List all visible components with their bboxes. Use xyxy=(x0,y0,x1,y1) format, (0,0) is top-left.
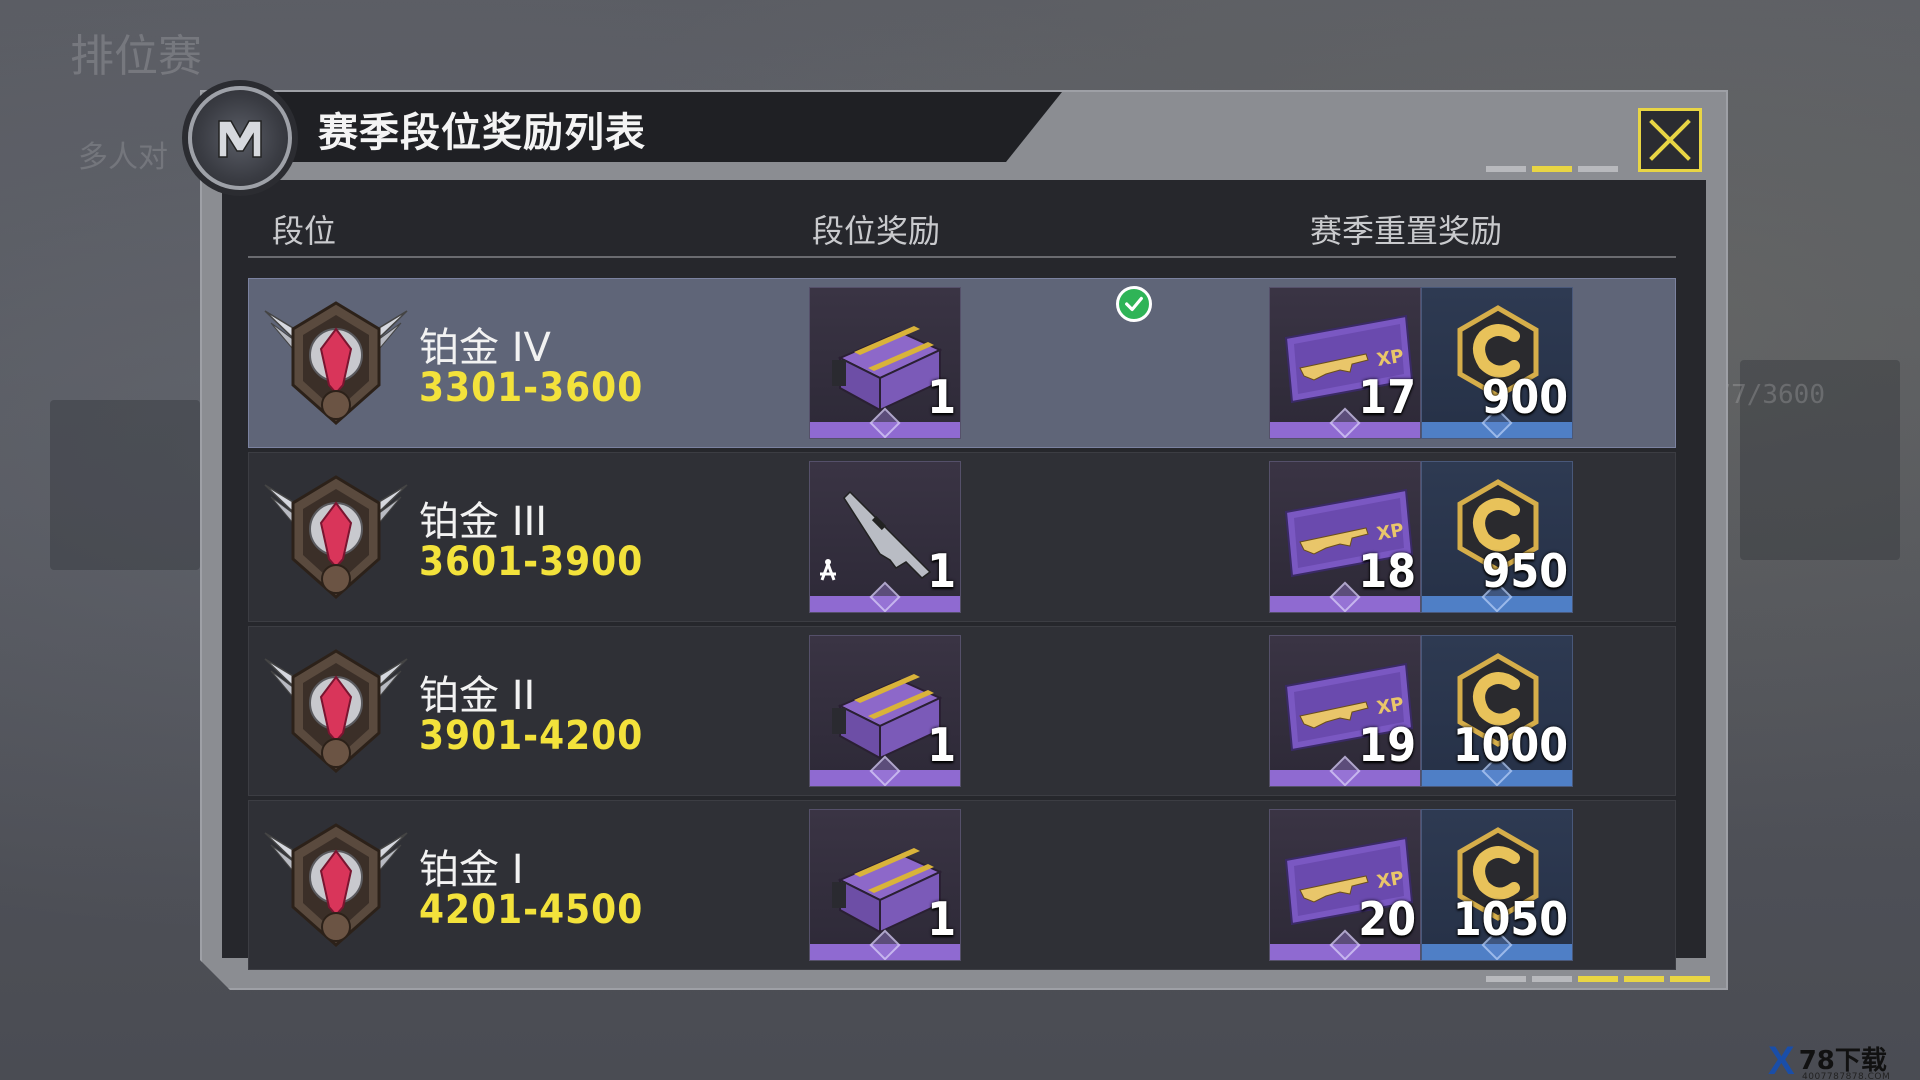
season-reset-reward-item[interactable]: XP 17 xyxy=(1269,287,1421,439)
season-reset-reward-item[interactable]: XP 18 xyxy=(1269,461,1421,613)
reward-count: 20 xyxy=(1358,892,1416,946)
season-reset-reward-item[interactable]: XP 20 xyxy=(1269,809,1421,961)
rank-row[interactable]: 铂金 IV 3301-3600 1 XP 17 900 xyxy=(248,278,1676,448)
reward-count: 950 xyxy=(1481,544,1568,598)
season-reset-reward-item[interactable]: 900 xyxy=(1421,287,1573,439)
rank-reward-item[interactable]: 1 xyxy=(809,635,961,787)
watermark-brand: 78下载 xyxy=(1798,1046,1887,1076)
rank-score-range: 3301-3600 xyxy=(419,365,644,411)
reward-count: 1050 xyxy=(1452,892,1568,946)
rank-score-range: 4201-4500 xyxy=(419,887,644,933)
ranked-emblem-icon xyxy=(188,86,292,190)
header-season-reset-reward: 赛季重置奖励 xyxy=(1310,212,1503,250)
rank-row[interactable]: 铂金 III 3601-3900 1 XP 18 950 xyxy=(248,452,1676,622)
reward-count: 1000 xyxy=(1452,718,1568,772)
reward-count: 1 xyxy=(927,544,956,598)
background-mode-label: 多人对 xyxy=(78,140,168,175)
close-button[interactable] xyxy=(1638,108,1702,172)
watermark-logo: X xyxy=(1768,1039,1795,1080)
rank-score-range: 3601-3900 xyxy=(419,539,644,585)
platinum-rank-badge-icon xyxy=(264,475,408,600)
site-watermark: X 78下载 4007787878.COM xyxy=(1768,1039,1918,1080)
reward-count: 19 xyxy=(1358,718,1416,772)
season-reset-reward-item[interactable]: 1000 xyxy=(1421,635,1573,787)
claimed-check-icon xyxy=(1116,286,1152,322)
rank-row[interactable]: 铂金 I 4201-4500 1 XP 20 1050 xyxy=(248,800,1676,970)
reward-count: 1 xyxy=(927,370,956,424)
rank-row[interactable]: 铂金 II 3901-4200 1 XP 19 1000 xyxy=(248,626,1676,796)
header-divider xyxy=(248,256,1676,258)
season-reset-reward-item[interactable]: 950 xyxy=(1421,461,1573,613)
reward-count: 900 xyxy=(1481,370,1568,424)
page-indicator-bottom xyxy=(1486,976,1710,982)
header-rank: 段位 xyxy=(272,212,337,250)
rank-score-range: 3901-4200 xyxy=(419,713,644,759)
rank-reward-item[interactable]: 1 xyxy=(809,287,961,439)
reward-count: 1 xyxy=(927,892,956,946)
platinum-rank-badge-icon xyxy=(264,649,408,774)
season-reset-reward-item[interactable]: XP 19 xyxy=(1269,635,1421,787)
season-reset-reward-item[interactable]: 1050 xyxy=(1421,809,1573,961)
rank-reward-item[interactable]: 1 xyxy=(809,461,961,613)
background-page-title: 排位赛 xyxy=(70,31,202,82)
platinum-rank-badge-icon xyxy=(264,823,408,948)
platinum-rank-badge-icon xyxy=(264,301,408,426)
dialog-title: 赛季段位奖励列表 xyxy=(318,110,646,156)
page-indicator-top xyxy=(1486,166,1618,172)
reward-count: 1 xyxy=(927,718,956,772)
rank-reward-item[interactable]: 1 xyxy=(809,809,961,961)
reward-count: 18 xyxy=(1358,544,1416,598)
background-panel xyxy=(50,400,200,570)
header-rank-reward: 段位奖励 xyxy=(812,212,941,250)
watermark-url: 4007787878.COM xyxy=(1802,1072,1891,1080)
close-icon xyxy=(1649,119,1691,161)
reward-count: 17 xyxy=(1358,370,1416,424)
